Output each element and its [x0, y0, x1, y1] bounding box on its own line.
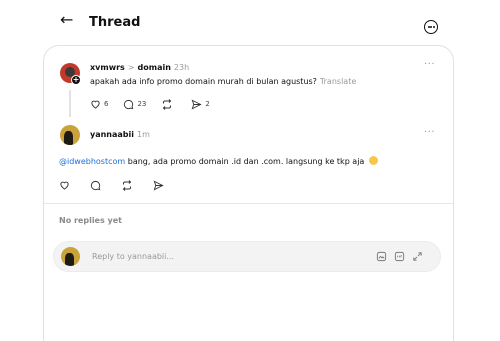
post-body: apakah ada info promo domain murah di bu…	[90, 77, 317, 86]
post-header: xvmwrs > domain 23h	[90, 63, 189, 72]
timestamp: 1m	[137, 130, 150, 139]
send-icon	[191, 98, 203, 110]
avatar	[61, 247, 80, 266]
reply-to-username[interactable]: domain	[138, 63, 171, 72]
post-header: yannaabii 1m	[90, 130, 150, 139]
post-more-icon[interactable]: ···	[424, 127, 435, 138]
thread-line	[69, 90, 71, 117]
more-options-icon[interactable]	[424, 20, 438, 34]
post-body: bang, ada promo domain .id dan .com. lan…	[125, 157, 367, 166]
gif-icon[interactable]	[394, 251, 405, 262]
expand-icon[interactable]	[412, 251, 423, 262]
reply-chevron: >	[127, 63, 135, 72]
repost-button[interactable]	[121, 179, 136, 191]
share-button[interactable]	[153, 179, 167, 191]
back-arrow-icon[interactable]: ←	[60, 12, 73, 28]
mention-link[interactable]: @idwebhostcom	[59, 157, 125, 166]
post-more-icon[interactable]: ···	[424, 59, 435, 70]
reply-input[interactable]: Reply to yannaabii...	[53, 241, 441, 272]
like-count: 6	[104, 100, 109, 108]
heart-icon	[60, 181, 69, 190]
like-button[interactable]: 6	[90, 99, 108, 109]
translate-link[interactable]: Translate	[320, 77, 356, 86]
like-button[interactable]	[59, 180, 73, 190]
top-bar: ← Thread	[0, 0, 500, 46]
repost-icon	[122, 179, 132, 191]
page-title: Thread	[89, 15, 141, 30]
reply-placeholder: Reply to yannaabii...	[92, 252, 175, 261]
post-actions: 6 23 2	[90, 97, 225, 111]
heart-icon	[91, 100, 100, 109]
comment-count: 23	[137, 100, 147, 108]
timestamp: 23h	[173, 63, 190, 72]
image-icon[interactable]	[376, 251, 387, 262]
post-text: @idwebhostcom bang, ada promo domain .id…	[59, 156, 378, 166]
username[interactable]: xvmwrs	[90, 63, 125, 72]
comment-icon	[124, 99, 134, 109]
comment-button[interactable]	[90, 180, 104, 191]
thread-card: + xvmwrs > domain 23h ··· apakah ada info p…	[43, 45, 454, 341]
comment-button[interactable]: 23	[123, 99, 146, 110]
divider	[44, 203, 453, 204]
share-button[interactable]: 2	[191, 98, 210, 110]
post-actions	[59, 178, 184, 192]
username[interactable]: yannaabii	[90, 130, 134, 139]
repost-button[interactable]	[161, 98, 176, 110]
grin-emoji-icon	[368, 156, 378, 165]
follow-plus-icon[interactable]: +	[71, 75, 81, 85]
share-count: 2	[205, 100, 210, 108]
send-icon	[153, 179, 164, 191]
comment-icon	[90, 180, 101, 190]
avatar[interactable]	[60, 125, 80, 145]
empty-replies-label: No replies yet	[59, 216, 122, 225]
repost-icon	[163, 98, 172, 110]
post-text: apakah ada info promo domain murah di bu…	[90, 77, 356, 86]
